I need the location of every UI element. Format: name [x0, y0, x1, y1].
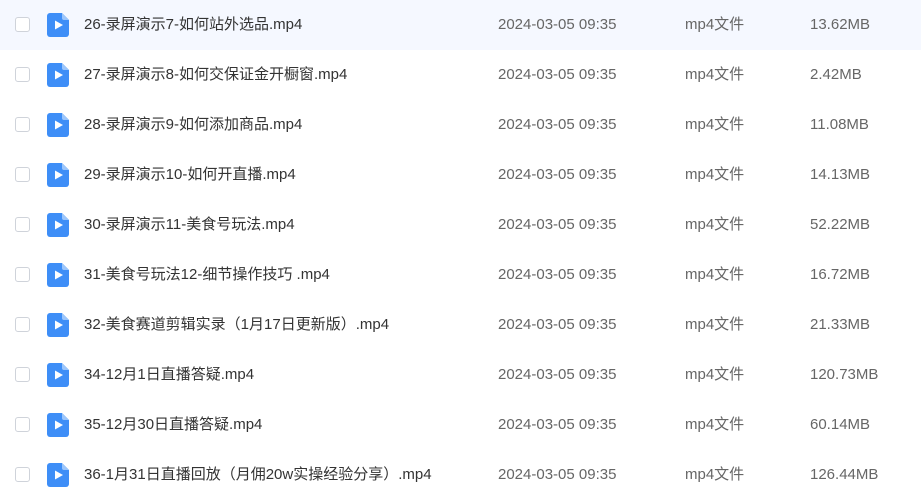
file-type: mp4文件 — [685, 16, 745, 33]
modified-time: 2024-03-05 09:35 — [498, 166, 617, 183]
file-name[interactable]: 28-录屏演示9-如何添加商品.mp4 — [84, 115, 302, 135]
modified-time: 2024-03-05 09:35 — [498, 416, 617, 433]
file-name[interactable]: 29-录屏演示10-如何开直播.mp4 — [84, 165, 296, 185]
file-name[interactable]: 34-12月1日直播答疑.mp4 — [84, 365, 254, 385]
video-file-icon — [47, 263, 69, 287]
modified-time: 2024-03-05 09:35 — [498, 466, 617, 483]
file-name[interactable]: 36-1月31日直播回放（月佣20w实操经验分享）.mp4 — [84, 465, 432, 485]
modified-time: 2024-03-05 09:35 — [498, 316, 617, 333]
file-type: mp4文件 — [685, 166, 745, 183]
file-size: 14.13MB — [810, 166, 871, 183]
file-size: 11.08MB — [810, 116, 869, 133]
video-file-icon — [47, 363, 69, 387]
file-name[interactable]: 32-美食赛道剪辑实录（1月17日更新版）.mp4 — [84, 315, 389, 335]
row-checkbox[interactable] — [15, 417, 30, 432]
file-size: 16.72MB — [810, 266, 871, 283]
file-size: 2.42MB — [810, 66, 862, 83]
row-checkbox[interactable] — [15, 367, 30, 382]
row-checkbox[interactable] — [15, 217, 30, 232]
file-size: 21.33MB — [810, 316, 871, 333]
file-type: mp4文件 — [685, 316, 745, 333]
file-type: mp4文件 — [685, 266, 745, 283]
file-size: 120.73MB — [810, 366, 879, 383]
modified-time: 2024-03-05 09:35 — [498, 116, 617, 133]
file-type: mp4文件 — [685, 366, 745, 383]
file-type: mp4文件 — [685, 216, 745, 233]
modified-time: 2024-03-05 09:35 — [498, 366, 617, 383]
file-name[interactable]: 35-12月30日直播答疑.mp4 — [84, 415, 262, 435]
file-row[interactable]: 36-1月31日直播回放（月佣20w实操经验分享）.mp4 2024-03-05… — [0, 450, 921, 500]
file-row[interactable]: 31-美食号玩法12-细节操作技巧 .mp4 2024-03-05 09:35 … — [0, 250, 921, 300]
video-file-icon — [47, 463, 69, 487]
video-file-icon — [47, 113, 69, 137]
row-checkbox[interactable] — [15, 167, 30, 182]
file-list: 26-录屏演示7-如何站外选品.mp4 2024-03-05 09:35 mp4… — [0, 0, 921, 498]
file-name[interactable]: 30-录屏演示11-美食号玩法.mp4 — [84, 215, 295, 235]
file-name[interactable]: 26-录屏演示7-如何站外选品.mp4 — [84, 15, 302, 35]
video-file-icon — [47, 13, 69, 37]
video-file-icon — [47, 63, 69, 87]
file-name[interactable]: 31-美食号玩法12-细节操作技巧 .mp4 — [84, 265, 330, 285]
file-type: mp4文件 — [685, 466, 745, 483]
file-type: mp4文件 — [685, 116, 745, 133]
file-type: mp4文件 — [685, 416, 745, 433]
file-size: 60.14MB — [810, 416, 871, 433]
file-name[interactable]: 27-录屏演示8-如何交保证金开橱窗.mp4 — [84, 65, 347, 85]
modified-time: 2024-03-05 09:35 — [498, 66, 617, 83]
video-file-icon — [47, 313, 69, 337]
file-row[interactable]: 27-录屏演示8-如何交保证金开橱窗.mp4 2024-03-05 09:35 … — [0, 50, 921, 100]
row-checkbox[interactable] — [15, 267, 30, 282]
row-checkbox[interactable] — [15, 467, 30, 482]
row-checkbox[interactable] — [15, 67, 30, 82]
file-size: 126.44MB — [810, 466, 879, 483]
row-checkbox[interactable] — [15, 317, 30, 332]
file-size: 13.62MB — [810, 16, 871, 33]
modified-time: 2024-03-05 09:35 — [498, 266, 617, 283]
modified-time: 2024-03-05 09:35 — [498, 216, 617, 233]
file-row[interactable]: 29-录屏演示10-如何开直播.mp4 2024-03-05 09:35 mp4… — [0, 150, 921, 200]
file-row[interactable]: 30-录屏演示11-美食号玩法.mp4 2024-03-05 09:35 mp4… — [0, 200, 921, 250]
file-row[interactable]: 26-录屏演示7-如何站外选品.mp4 2024-03-05 09:35 mp4… — [0, 0, 921, 50]
modified-time: 2024-03-05 09:35 — [498, 16, 617, 33]
video-file-icon — [47, 213, 69, 237]
row-checkbox[interactable] — [15, 117, 30, 132]
video-file-icon — [47, 413, 69, 437]
file-row[interactable]: 35-12月30日直播答疑.mp4 2024-03-05 09:35 mp4文件… — [0, 400, 921, 450]
file-row[interactable]: 34-12月1日直播答疑.mp4 2024-03-05 09:35 mp4文件 … — [0, 350, 921, 400]
file-row[interactable]: 28-录屏演示9-如何添加商品.mp4 2024-03-05 09:35 mp4… — [0, 100, 921, 150]
file-size: 52.22MB — [810, 216, 871, 233]
row-checkbox[interactable] — [15, 17, 30, 32]
video-file-icon — [47, 163, 69, 187]
file-type: mp4文件 — [685, 66, 745, 83]
file-row[interactable]: 32-美食赛道剪辑实录（1月17日更新版）.mp4 2024-03-05 09:… — [0, 300, 921, 350]
